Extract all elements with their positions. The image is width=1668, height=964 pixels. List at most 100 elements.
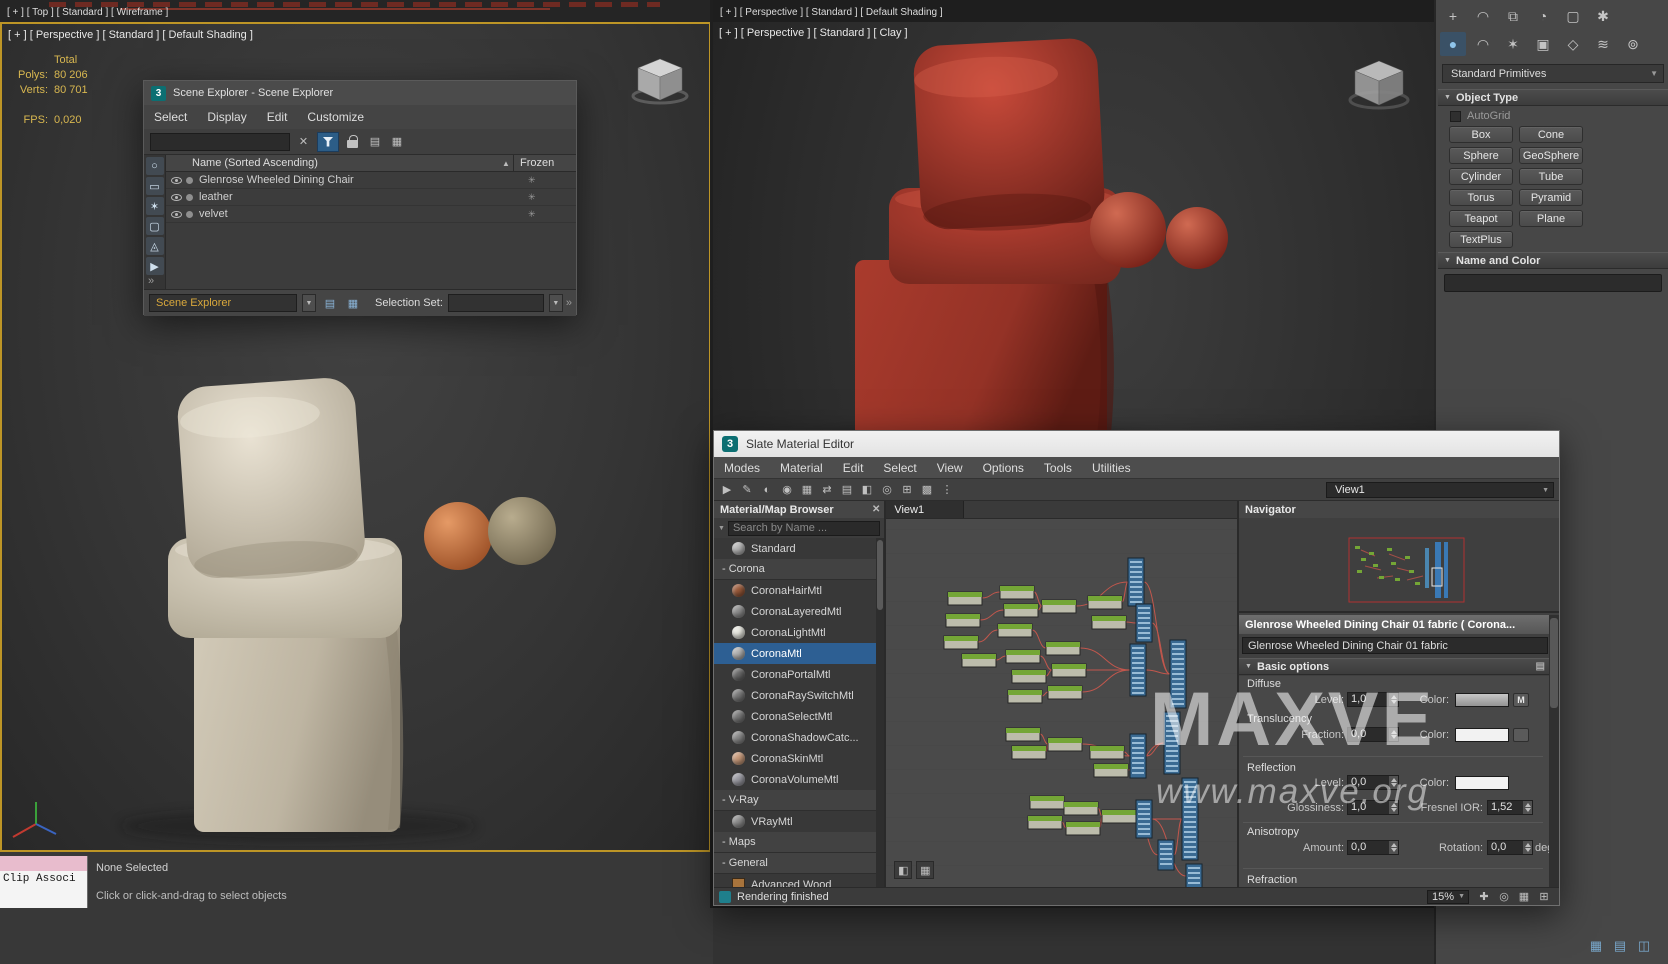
- layer-explorer-icon[interactable]: ▤: [321, 294, 339, 312]
- browser-item[interactable]: CoronaSelectMtl: [714, 706, 884, 727]
- column-divider[interactable]: [513, 155, 514, 172]
- basic-options-rollout[interactable]: ▼ Basic options ▤: [1239, 658, 1551, 675]
- material-node[interactable]: [1090, 746, 1124, 759]
- close-icon[interactable]: ✕: [872, 504, 880, 515]
- controller-node[interactable]: [1136, 604, 1152, 642]
- me-menu-material[interactable]: Material: [770, 461, 833, 475]
- visibility-eye-icon[interactable]: [171, 177, 182, 184]
- material-node[interactable]: [1052, 664, 1086, 677]
- controller-node[interactable]: [1130, 644, 1146, 696]
- viewport-top-label[interactable]: [ + ] [ Top ] [ Standard ] [ Wireframe ]: [7, 7, 168, 18]
- top-viewport-strip-right[interactable]: [ + ] [ Perspective ] [ Standard ] [ Def…: [713, 0, 1434, 22]
- diffuse-level-spinner[interactable]: 1,0: [1347, 692, 1399, 707]
- viewcube[interactable]: [1341, 50, 1417, 116]
- viewport-top-label[interactable]: [ + ] [ Perspective ] [ Standard ] [ Def…: [720, 7, 943, 18]
- browser-search-input[interactable]: [728, 521, 880, 536]
- me-menu-utilities[interactable]: Utilities: [1082, 461, 1141, 475]
- visibility-eye-icon[interactable]: [171, 194, 182, 201]
- material-node[interactable]: [1006, 728, 1040, 741]
- material-node[interactable]: [1006, 650, 1040, 663]
- browser-group[interactable]: - General: [714, 853, 884, 874]
- select-tool-icon[interactable]: ▶: [718, 481, 736, 499]
- reflection-level-spinner[interactable]: 0,0: [1347, 775, 1399, 790]
- browser-group[interactable]: - Corona: [714, 559, 884, 580]
- active-view-combo[interactable]: View1 ▼: [1326, 482, 1554, 498]
- canvas-zoom-combo[interactable]: 15% ▼: [1427, 890, 1469, 904]
- spacewarps-category-icon[interactable]: ≋: [1590, 32, 1616, 56]
- material-node[interactable]: [1000, 586, 1034, 599]
- object-name-input[interactable]: [1444, 274, 1662, 292]
- selection-lock-icon[interactable]: ▤: [1612, 938, 1628, 954]
- primitive-button-sphere[interactable]: Sphere: [1449, 147, 1513, 164]
- me-menu-edit[interactable]: Edit: [833, 461, 874, 475]
- se-menu-display[interactable]: Display: [197, 110, 256, 124]
- material-node[interactable]: [946, 614, 980, 627]
- put-to-library-icon[interactable]: ◉: [778, 481, 796, 499]
- mini-listener-text[interactable]: Clip Associ: [0, 871, 87, 908]
- controller-node[interactable]: [1128, 558, 1144, 606]
- layer-view-icon[interactable]: ▦: [388, 133, 406, 151]
- controller-node[interactable]: [1164, 712, 1180, 774]
- controller-node[interactable]: [1182, 778, 1198, 860]
- material-node[interactable]: [1094, 764, 1128, 777]
- translucency-map-button[interactable]: [1513, 728, 1529, 742]
- material-node[interactable]: [1064, 802, 1098, 815]
- browser-item[interactable]: CoronaPortalMtl: [714, 664, 884, 685]
- mini-listener-macro-pane[interactable]: [0, 856, 87, 871]
- primitive-button-torus[interactable]: Torus: [1449, 189, 1513, 206]
- controller-node[interactable]: [1130, 734, 1146, 778]
- controller-node[interactable]: [1136, 800, 1152, 838]
- display-cameras-icon[interactable]: ▢: [146, 217, 164, 235]
- primitive-category-dropdown[interactable]: Standard Primitives ▼: [1442, 64, 1664, 83]
- material-name-field[interactable]: Glenrose Wheeled Dining Chair 01 fabric: [1242, 637, 1548, 654]
- fit-view-icon[interactable]: ⊞: [1535, 888, 1553, 906]
- display-geometry-icon[interactable]: ○: [146, 157, 164, 175]
- primitive-button-textplus[interactable]: TextPlus: [1449, 231, 1513, 248]
- translucency-fraction-spinner[interactable]: 0,0: [1347, 727, 1399, 742]
- aniso-amount-spinner[interactable]: 0,0: [1347, 840, 1399, 855]
- maxscript-mini-listener[interactable]: Clip Associ: [0, 856, 88, 908]
- chevrons-more[interactable]: »: [566, 297, 572, 309]
- browser-item[interactable]: CoronaMtl: [714, 643, 884, 664]
- material-node[interactable]: [1048, 738, 1082, 751]
- helpers-category-icon[interactable]: ◇: [1560, 32, 1586, 56]
- utilities-tab-icon[interactable]: ✱: [1590, 4, 1616, 28]
- display-helpers-icon[interactable]: ◬: [146, 237, 164, 255]
- grid-snap-icon[interactable]: ◫: [1636, 938, 1652, 954]
- material-node[interactable]: [1004, 604, 1038, 617]
- scene-object-row[interactable]: Glenrose Wheeled Dining Chair✳: [166, 172, 576, 189]
- pin-icon[interactable]: ▤: [1536, 661, 1545, 672]
- se-menu-customize[interactable]: Customize: [297, 110, 374, 124]
- browser-item[interactable]: CoronaSkinMtl: [714, 748, 884, 769]
- browser-item[interactable]: CoronaLayeredMtl: [714, 601, 884, 622]
- scene-object-row[interactable]: leather✳: [166, 189, 576, 206]
- primitive-button-plane[interactable]: Plane: [1519, 210, 1583, 227]
- autogrid-checkbox-row[interactable]: AutoGrid: [1450, 110, 1510, 122]
- me-menu-select[interactable]: Select: [873, 461, 926, 475]
- list-header[interactable]: Name (Sorted Ascending) ▲ Frozen: [166, 155, 576, 172]
- glossiness-spinner[interactable]: 1,0: [1347, 800, 1399, 815]
- shapes-category-icon[interactable]: ◠: [1470, 32, 1496, 56]
- frozen-column-header[interactable]: Frozen: [520, 157, 554, 169]
- node-graph-canvas[interactable]: ◧ ▦: [886, 519, 1237, 889]
- layout-all-icon[interactable]: ▩: [918, 481, 936, 499]
- chevron-down-icon[interactable]: ▼: [718, 525, 725, 532]
- chevrons-more[interactable]: »: [148, 275, 154, 287]
- material-id-channel-icon[interactable]: ⊞: [898, 481, 916, 499]
- assign-material-to-selection-icon[interactable]: ◐: [758, 481, 776, 499]
- pan-icon[interactable]: ◧: [894, 861, 912, 879]
- me-menu-options[interactable]: Options: [973, 461, 1034, 475]
- material-node[interactable]: [1102, 810, 1136, 823]
- material-node[interactable]: [998, 624, 1032, 637]
- material-node[interactable]: [1048, 686, 1082, 699]
- me-menu-tools[interactable]: Tools: [1034, 461, 1082, 475]
- controller-node[interactable]: [1158, 840, 1174, 870]
- isolate-selection-icon[interactable]: ▦: [1588, 938, 1604, 954]
- browser-header[interactable]: Material/Map Browser ✕: [714, 501, 884, 518]
- material-node[interactable]: [948, 592, 982, 605]
- se-menu-select[interactable]: Select: [144, 110, 197, 124]
- browser-item[interactable]: CoronaLightMtl: [714, 622, 884, 643]
- browser-item[interactable]: Standard: [714, 538, 884, 559]
- create-tab-icon[interactable]: +: [1440, 4, 1466, 28]
- reflection-color-swatch[interactable]: [1455, 776, 1509, 790]
